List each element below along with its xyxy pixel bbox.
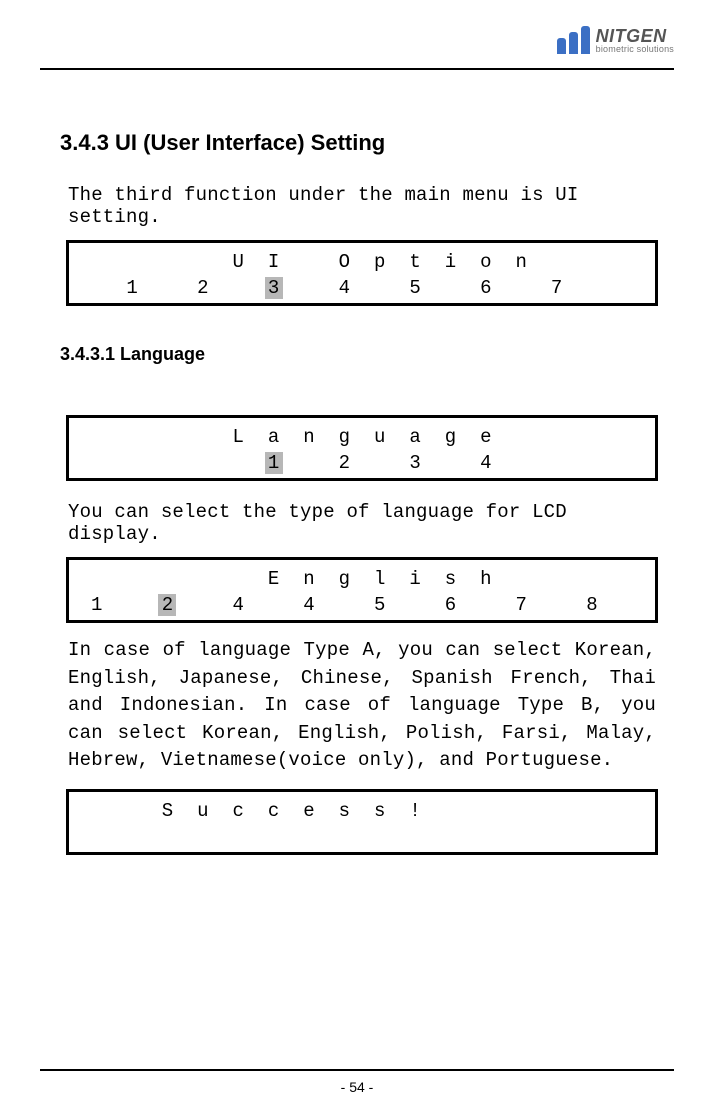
lcd-cell: n: [291, 568, 326, 590]
lcd-cell: p: [362, 251, 397, 273]
lcd-cell: 3: [397, 452, 432, 474]
lcd-cell: 4: [468, 452, 503, 474]
lcd-cell: s: [327, 800, 362, 822]
lcd-cell: 8: [574, 594, 609, 616]
footer: - 54 -: [0, 1069, 714, 1095]
divider-bottom: [40, 1069, 674, 1071]
lcd-cell: I: [256, 251, 291, 273]
lcd-cell: e: [291, 800, 326, 822]
lcd-cell: 1: [256, 452, 291, 474]
lcd-cell: !: [397, 800, 432, 822]
lcd-cell: u: [185, 800, 220, 822]
header: NITGEN biometric solutions: [40, 20, 674, 60]
lcd-success: Success!: [66, 789, 658, 855]
lcd-cell: c: [256, 800, 291, 822]
lcd-cell: o: [468, 251, 503, 273]
lcd-cell: 5: [397, 277, 432, 299]
lcd-cell: i: [433, 251, 468, 273]
lcd-row: 1 2 3 4: [79, 450, 645, 476]
lcd-cell: 6: [468, 277, 503, 299]
lcd-cell: c: [221, 800, 256, 822]
lcd-cell: S: [150, 800, 185, 822]
subsection-heading: 3.4.3.1 Language: [60, 344, 664, 365]
lcd-cell: 2: [327, 452, 362, 474]
content: 3.4.3 UI (User Interface) Setting The th…: [40, 130, 674, 855]
lcd-cell: g: [433, 426, 468, 448]
lcd-cell: 2: [185, 277, 220, 299]
lcd-row: English: [79, 566, 645, 592]
lcd-cell: g: [327, 426, 362, 448]
lcd-row: Success!: [79, 798, 645, 824]
lcd-cell: 4: [291, 594, 326, 616]
lcd-row: [79, 824, 645, 850]
lcd-cell: 4: [327, 277, 362, 299]
lcd-cell: s: [362, 800, 397, 822]
lcd-cell: s: [433, 568, 468, 590]
lcd-row: UI Option: [79, 249, 645, 275]
language-intro: You can select the type of language for …: [68, 501, 664, 545]
lcd-cell: g: [327, 568, 362, 590]
page-number: - 54 -: [0, 1079, 714, 1095]
lcd-cell: 1: [79, 594, 114, 616]
lcd-row: 1 2 3 4 5 6 7: [79, 275, 645, 301]
lcd-cell: 1: [114, 277, 149, 299]
lcd-cell: 3: [256, 277, 291, 299]
lcd-language: Language 1234: [66, 415, 658, 481]
section-intro: The third function under the main menu i…: [68, 184, 664, 228]
lcd-cell: i: [397, 568, 432, 590]
lcd-cell: 2: [150, 594, 185, 616]
lcd-cell: n: [291, 426, 326, 448]
lcd-cell: 7: [539, 277, 574, 299]
lcd-row: 1 2 4 4 5 6 7 8: [79, 592, 645, 618]
lcd-cell: U: [221, 251, 256, 273]
section-heading: 3.4.3 UI (User Interface) Setting: [60, 130, 664, 156]
brand-tagline: biometric solutions: [596, 45, 674, 54]
lcd-cell: a: [397, 426, 432, 448]
lcd-cell: l: [362, 568, 397, 590]
lcd-cell: O: [327, 251, 362, 273]
type-paragraph: In case of language Type A, you can sele…: [68, 637, 656, 775]
lcd-ui-option: UI Option 1 2 3 4 5 6 7: [66, 240, 658, 306]
lcd-cell: 7: [504, 594, 539, 616]
lcd-cell: L: [221, 426, 256, 448]
brand-name: NITGEN: [596, 27, 674, 45]
lcd-cell: a: [256, 426, 291, 448]
divider-top: [40, 68, 674, 70]
brand-logo: NITGEN biometric solutions: [557, 26, 674, 54]
lcd-cell: e: [468, 426, 503, 448]
lcd-cell: h: [468, 568, 503, 590]
lcd-cell: E: [256, 568, 291, 590]
logo-text: NITGEN biometric solutions: [596, 27, 674, 54]
lcd-cell: u: [362, 426, 397, 448]
lcd-cell: 6: [433, 594, 468, 616]
lcd-english: English 1 2 4 4 5 6 7 8: [66, 557, 658, 623]
lcd-cell: 4: [221, 594, 256, 616]
lcd-cell: t: [397, 251, 432, 273]
lcd-cell: n: [504, 251, 539, 273]
page: NITGEN biometric solutions 3.4.3 UI (Use…: [0, 0, 714, 1113]
lcd-cell: 5: [362, 594, 397, 616]
logo-bars-icon: [557, 26, 590, 54]
lcd-row: Language: [79, 424, 645, 450]
